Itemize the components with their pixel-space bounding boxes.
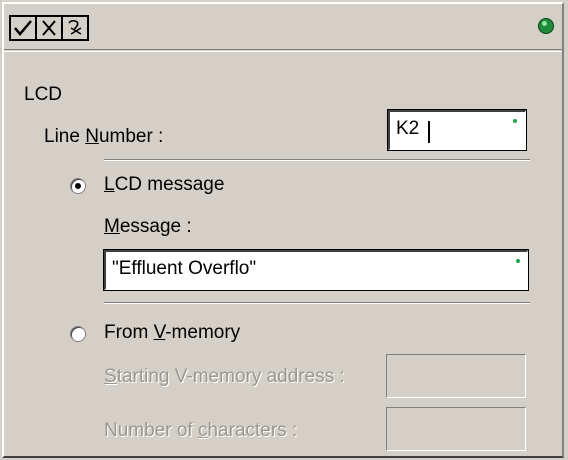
start-address-field[interactable] <box>386 354 526 398</box>
start-address-label: Starting V-memory address : <box>104 366 345 387</box>
toolbar-divider <box>4 51 562 52</box>
lcd-dialog: LCD Line Number : K2 LCD message Message… <box>2 2 564 458</box>
divider <box>104 159 530 161</box>
divider <box>104 302 530 304</box>
vmemory-radio[interactable] <box>70 326 86 342</box>
line-number-value: K2 <box>396 118 420 139</box>
x-icon <box>42 20 56 36</box>
char-count-label: Number of characters : <box>104 420 298 441</box>
valid-indicator-icon <box>516 259 520 263</box>
help-button[interactable] <box>61 15 89 41</box>
status-indicator-icon <box>538 18 554 34</box>
message-value: "Effluent Overflo" <box>112 258 257 279</box>
ok-button[interactable] <box>9 15 37 41</box>
line-number-field[interactable]: K2 <box>387 109 527 151</box>
line-number-label: Line Number : <box>44 126 164 147</box>
lcd-message-radio[interactable] <box>70 178 86 194</box>
message-label: Message : <box>104 216 192 237</box>
toolbar <box>4 4 562 50</box>
help-icon <box>68 19 82 35</box>
lcd-message-option-label: LCD message <box>104 174 225 195</box>
section-title: LCD <box>24 84 63 105</box>
char-count-field[interactable] <box>386 407 526 451</box>
text-caret <box>428 121 430 143</box>
checkmark-icon <box>14 20 32 36</box>
valid-indicator-icon <box>513 119 517 123</box>
message-field[interactable]: "Effluent Overflo" <box>103 249 529 291</box>
cancel-button[interactable] <box>35 15 63 41</box>
vmemory-option-label: From V-memory <box>104 322 241 343</box>
